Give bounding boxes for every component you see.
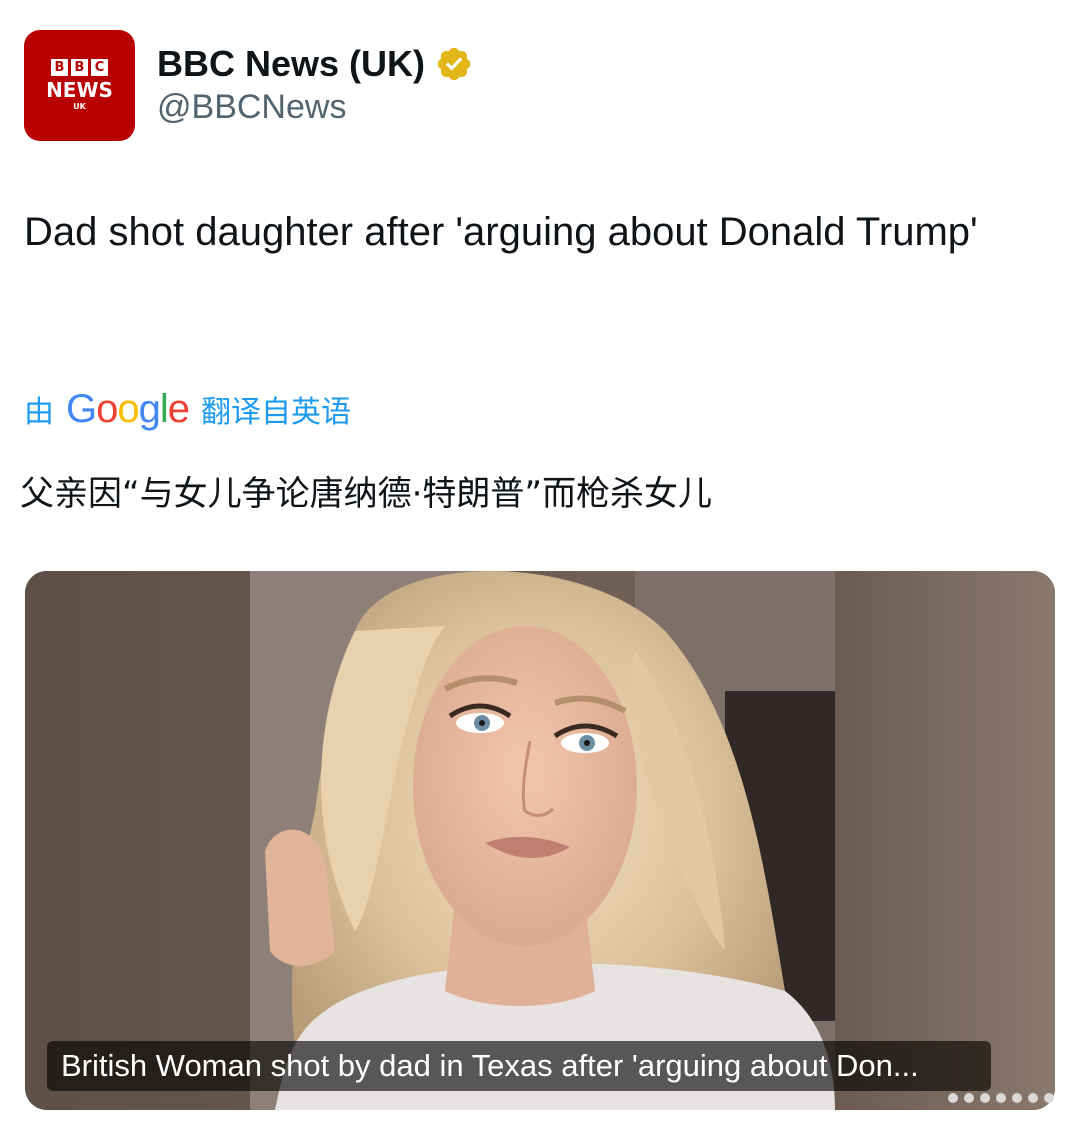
google-logo-letter: e — [167, 386, 190, 431]
preview-photo — [25, 571, 1055, 1110]
google-logo: Google — [66, 386, 190, 432]
caption-bar: British Woman shot by dad in Texas after… — [47, 1041, 991, 1091]
media-caption: British Woman shot by dad in Texas after… — [61, 1048, 919, 1083]
google-logo-letter: o — [117, 386, 139, 431]
bbc-logo-block: C — [91, 58, 108, 76]
google-logo-letter: G — [66, 386, 97, 431]
link-preview-card[interactable]: British Woman shot by dad in Texas after… — [25, 571, 1055, 1110]
translated-tweet-text: 父亲因“与女儿争论唐纳德·特朗普”而枪杀女儿 — [20, 474, 713, 514]
tweet-text: Dad shot daughter after 'arguing about D… — [24, 210, 978, 254]
display-name[interactable]: BBC News (UK) — [157, 43, 425, 85]
avatar-news-label: NEWS — [46, 77, 113, 102]
translation-suffix: 翻译自英语 — [201, 395, 352, 430]
google-logo-letter: o — [96, 386, 118, 431]
bbc-logo-block: B — [51, 58, 68, 76]
google-logo-letter: g — [138, 386, 161, 431]
account-handle[interactable]: @BBCNews — [157, 88, 346, 127]
verified-badge-icon[interactable] — [435, 45, 473, 83]
display-name-row: BBC News (UK) — [157, 40, 473, 88]
avatar-region-label: UK — [73, 101, 86, 111]
bbc-news-avatar[interactable]: B B C NEWS UK — [24, 30, 135, 141]
bbc-logo-block: B — [71, 58, 88, 76]
google-logo-letter: l — [159, 386, 169, 431]
translation-attribution[interactable]: 由 Google 翻译自英语 — [24, 384, 351, 434]
bbc-logo-blocks: B B C — [51, 58, 108, 76]
translation-prefix: 由 — [24, 395, 54, 430]
